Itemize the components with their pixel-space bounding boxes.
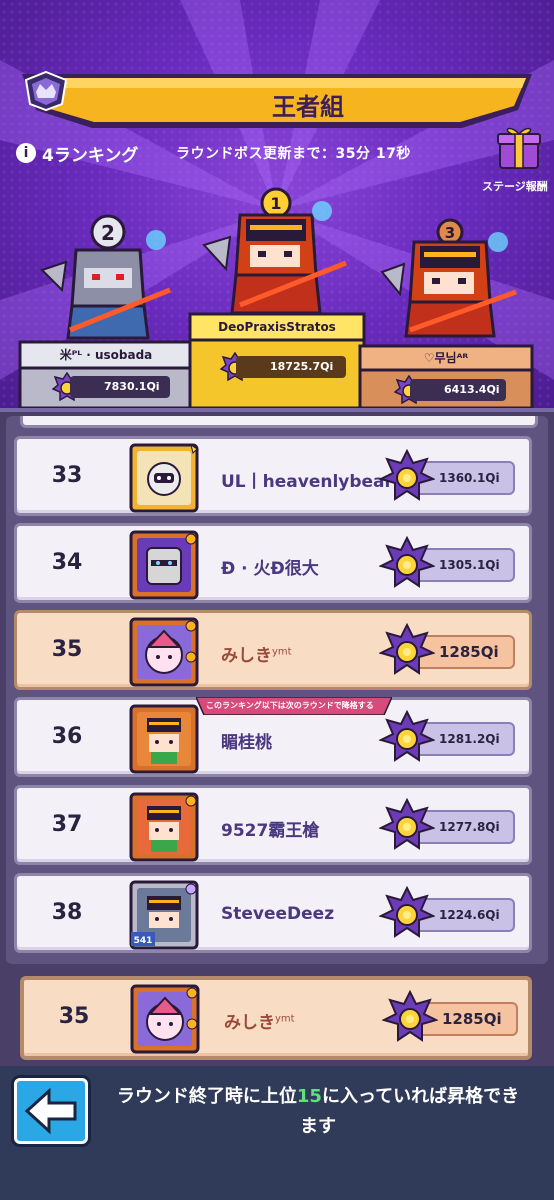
table-row[interactable]: 33 UL丨heavenlybear 1360.1Qi xyxy=(14,436,532,516)
podium-1-character: 1 xyxy=(202,187,347,315)
podium-third[interactable]: ♡무님ᴬᴿ 6413.4Qi xyxy=(358,344,534,410)
qi-coin-icon xyxy=(379,623,435,675)
table-row[interactable]: 38 541 SteveeDeez 1224.6Qi xyxy=(14,873,532,953)
player-avatar xyxy=(129,704,199,774)
table-row[interactable]: 37 9527霸王槍 1277.8Qi xyxy=(14,785,532,865)
table-row[interactable]: 34 Đ · 火Đ很大 1305.1Qi xyxy=(14,523,532,603)
svg-text:3: 3 xyxy=(445,224,455,242)
row-rank: 34 xyxy=(51,550,83,575)
player-name: Đ · 火Đ很大 xyxy=(221,559,319,579)
svg-text:2: 2 xyxy=(101,221,115,245)
podium-third-score: 6413.4Qi xyxy=(410,379,506,401)
stage-reward-label[interactable]: ステージ報酬 xyxy=(482,178,548,194)
qi-coin-icon xyxy=(382,990,438,1042)
qi-coin-icon xyxy=(379,536,435,588)
level-badge: 541 xyxy=(134,936,153,946)
podium-first-name: DeoPraxisStratos xyxy=(218,320,336,334)
player-name-tag: ymt xyxy=(275,1013,295,1025)
demote-notice: このランキング以下は次のラウンドで降格する xyxy=(206,701,374,710)
league-title-banner: 王者組 xyxy=(22,70,532,132)
list-item-partial xyxy=(20,416,538,428)
podium-second-score: 7830.1Qi xyxy=(70,376,170,398)
back-button[interactable] xyxy=(14,1078,88,1144)
row-rank: 38 xyxy=(51,900,83,925)
player-avatar xyxy=(129,443,199,513)
promotion-hint: ラウンド終了時に上位15に入っていれば昇格できます xyxy=(116,1086,520,1137)
player-avatar xyxy=(130,984,200,1054)
info-row: i 4ランキング ラウンドボス更新まで：35分 17秒 xyxy=(16,140,496,166)
qi-coin-icon xyxy=(379,798,435,850)
row-rank: 35 xyxy=(51,637,83,662)
boss-update-timer: ラウンドボス更新まで：35分 17秒 xyxy=(176,146,411,162)
qi-coin-icon xyxy=(379,886,435,938)
player-name: 睸桂桃 xyxy=(221,733,272,753)
podium-first-score: 18725.7Qi xyxy=(236,356,346,378)
player-avatar xyxy=(129,617,199,687)
player-name: みしきymt xyxy=(221,646,292,666)
player-avatar: 541 xyxy=(129,880,199,950)
row-rank: 36 xyxy=(51,724,83,749)
player-name: みしきymt xyxy=(224,1013,295,1033)
qi-coin-icon xyxy=(379,710,435,762)
row-rank: 35 xyxy=(58,1004,90,1029)
league-title: 王者組 xyxy=(272,93,344,121)
player-name: UL丨heavenlybear xyxy=(221,472,393,492)
player-name: SteveeDeez xyxy=(221,904,335,924)
podium-2-character: 2 xyxy=(40,214,171,340)
my-ranking-row[interactable]: 35 みしきymt 1285Qi xyxy=(20,976,532,1060)
player-name: 9527霸王槍 xyxy=(221,821,320,841)
podium-second[interactable]: 米ᴾᴸ · usobada 7830.1Qi xyxy=(18,340,194,410)
player-name-tag: ymt xyxy=(272,646,292,658)
podium-first[interactable]: DeoPraxisStratos 18725.7Qi xyxy=(188,312,366,410)
player-avatar xyxy=(129,792,199,862)
row-rank: 33 xyxy=(51,463,83,488)
table-row-self[interactable]: 35 みしきymt 1285Qi xyxy=(14,610,532,690)
gift-icon[interactable] xyxy=(496,124,542,170)
info-icon[interactable]: i xyxy=(16,143,36,163)
crown-crest-icon xyxy=(24,70,68,112)
ranking-label: 4ランキング xyxy=(42,146,139,166)
row-rank: 37 xyxy=(51,812,83,837)
qi-coin-icon xyxy=(379,449,435,501)
podium-third-name: ♡무님ᴬᴿ xyxy=(423,351,469,365)
player-avatar xyxy=(129,530,199,600)
svg-text:1: 1 xyxy=(270,194,281,213)
back-arrow-icon xyxy=(24,1087,77,1135)
podium-second-name: 米ᴾᴸ · usobada xyxy=(59,348,153,362)
podium-3-character: 3 xyxy=(380,218,517,338)
